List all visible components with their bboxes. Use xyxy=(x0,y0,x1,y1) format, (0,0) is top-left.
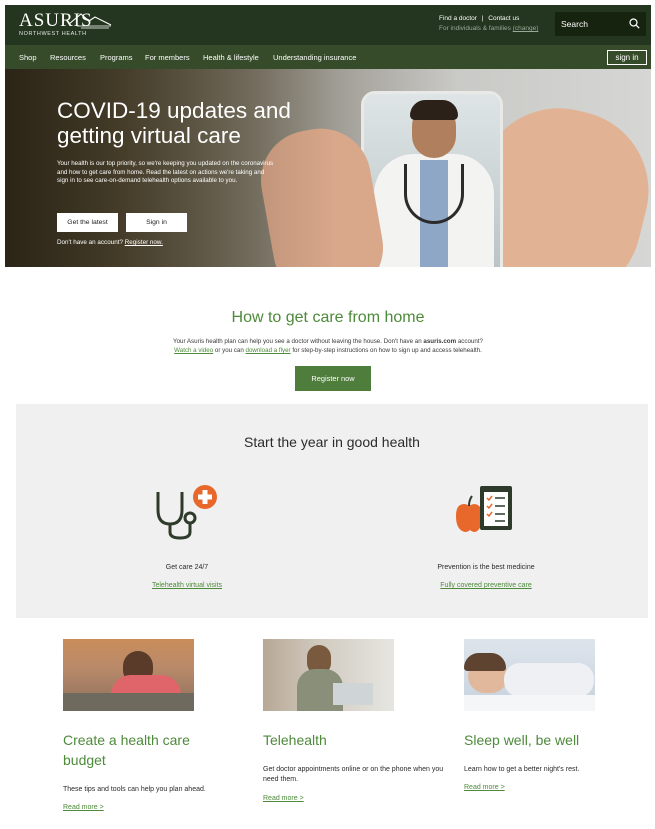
page: ASURIS NORTHWEST HEALTH Find a doctor | … xyxy=(5,5,651,829)
watch-video-link[interactable]: Watch a video xyxy=(174,347,213,354)
read-more-link[interactable]: Read more > xyxy=(464,784,505,791)
logo-subtitle: NORTHWEST HEALTH xyxy=(19,31,87,37)
audience-label: For individuals & families xyxy=(439,25,511,32)
care-text: Your Asuris health plan can help you see… xyxy=(173,338,422,345)
section-title: How to get care from home xyxy=(231,309,425,326)
card-text: These tips and tools can help you plan a… xyxy=(63,786,206,793)
sleep-photo xyxy=(464,639,595,711)
read-more-link[interactable]: Read more > xyxy=(263,795,304,802)
card-text: Get doctor appointments online or on the… xyxy=(263,766,444,783)
hero-title: COVID-19 updates and getting virtual car… xyxy=(57,98,291,148)
utility-links: Find a doctor | Contact us For individua… xyxy=(439,14,538,34)
get-the-latest-button[interactable]: Get the latest xyxy=(57,213,118,232)
telehealth-photo xyxy=(263,639,394,711)
download-flyer-link[interactable]: download a flyer xyxy=(246,347,291,354)
hero-sign-in-button[interactable]: Sign in xyxy=(126,213,187,232)
care-description-line-2: Watch a video or you can download a flye… xyxy=(85,346,571,355)
read-more-link[interactable]: Read more > xyxy=(63,804,104,811)
preventive-care-link[interactable]: Fully covered preventive care xyxy=(406,582,566,589)
main-nav: Shop Resources Programs For members Heal… xyxy=(5,45,651,69)
top-bar: ASURIS NORTHWEST HEALTH Find a doctor | … xyxy=(5,5,651,45)
mountain-logo-icon xyxy=(68,13,112,29)
utility-separator: | xyxy=(481,15,484,22)
register-now-button[interactable]: Register now xyxy=(295,366,371,391)
asuris-domain-text: asuris.com xyxy=(423,338,457,345)
hero-banner: COVID-19 updates and getting virtual car… xyxy=(5,69,651,267)
card-title[interactable]: Sleep well, be well xyxy=(464,730,644,750)
section-title: Start the year in good health xyxy=(244,434,420,450)
register-now-link[interactable]: Register now. xyxy=(125,239,163,246)
stethoscope-plus-icon xyxy=(156,485,217,540)
care-24-7-label: Get care 24/7 xyxy=(165,564,209,571)
nav-item-understanding-insurance[interactable]: Understanding insurance xyxy=(273,53,356,62)
care-text: account? xyxy=(457,338,483,345)
audience-change-link[interactable]: (change) xyxy=(513,25,539,32)
account-text: Don't have an account? xyxy=(57,239,123,246)
contact-us-link[interactable]: Contact us xyxy=(488,15,519,22)
nav-item-resources[interactable]: Resources xyxy=(50,53,86,62)
card-title[interactable]: Create a health care budget xyxy=(63,730,233,770)
care-description-line-1: Your Asuris health plan can help you see… xyxy=(85,337,571,346)
account-prompt: Don't have an account? Register now. xyxy=(57,239,163,246)
nav-item-shop[interactable]: Shop xyxy=(19,53,37,62)
hero-lead: Your health is our top priority, so we'r… xyxy=(57,160,274,184)
sign-in-button[interactable]: sign in xyxy=(607,50,647,65)
search-placeholder: Search xyxy=(561,19,588,29)
search-input[interactable]: Search xyxy=(555,12,646,36)
nav-item-programs[interactable]: Programs xyxy=(100,53,133,62)
prevention-label: Prevention is the best medicine xyxy=(437,564,535,571)
nav-item-health-lifestyle[interactable]: Health & lifestyle xyxy=(203,53,259,62)
good-health-section: Start the year in good health Get care 2… xyxy=(16,404,648,618)
budget-photo xyxy=(63,639,194,711)
card-title[interactable]: Telehealth xyxy=(263,730,433,750)
nav-item-for-members[interactable]: For members xyxy=(145,53,190,62)
card-text: Learn how to get a better night's rest. xyxy=(464,766,580,773)
care-text: for step-by-step instructions on how to … xyxy=(292,347,482,354)
asuris-logo[interactable]: ASURIS NORTHWEST HEALTH xyxy=(19,11,112,37)
find-doctor-link[interactable]: Find a doctor xyxy=(439,15,477,22)
telehealth-visits-link[interactable]: Telehealth virtual visits xyxy=(112,582,262,589)
search-icon[interactable] xyxy=(629,18,640,29)
care-text: or you can xyxy=(214,347,244,354)
apple-checklist-icon xyxy=(456,486,512,532)
